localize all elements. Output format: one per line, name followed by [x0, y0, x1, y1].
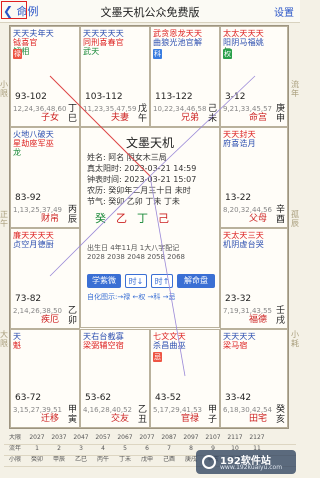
center-buttons: 学紫微 时↓ 时↑ 解命盘	[87, 274, 215, 288]
watermark-url: www.192kuaiyu.com	[220, 464, 283, 471]
palace-range: 93-102	[15, 92, 47, 102]
palace-ganzhi: 甲寅	[68, 405, 78, 425]
sihua-badges: 忌	[153, 352, 162, 362]
learn-ziwei-button[interactable]: 学紫微	[87, 274, 121, 288]
time-up-button[interactable]: 时↑	[151, 274, 173, 288]
palace-ganzhi: 戊午	[138, 104, 148, 124]
wifi-logo-icon	[202, 455, 216, 469]
side-label-right-3: 小耗	[291, 330, 299, 348]
palace-ganzhi: 甲子	[208, 405, 218, 425]
palace-range: 23-32	[225, 294, 252, 304]
chart-center-panel: 文墨天机 姓名: 阿名 阴女木三局 真太阳时: 2023-03-21 14:59…	[80, 127, 220, 328]
palace-ganzhi: 丙辰	[68, 205, 78, 225]
palace-name: 福德	[248, 315, 267, 325]
side-label-left-3: 大限	[0, 330, 8, 348]
palace-name: 命宫	[248, 113, 267, 123]
palace-ganzhi: 己未	[208, 104, 218, 124]
palace-ganzhi: 辛酉	[276, 205, 286, 225]
four-pillars: 癸乙丁己	[95, 212, 179, 225]
palace-stars: 七文文天 杀昌曲巫	[153, 332, 186, 350]
palace-ganzhi: 壬戌	[276, 306, 286, 326]
palace-range: 33-42	[225, 393, 252, 403]
palace-stars: 天右台截寡 梁弼辅空宿	[83, 332, 124, 350]
palace-stars: 武贪恩龙天天 曲狼光池官解	[153, 29, 203, 47]
palace-cell-hai[interactable]: 天天天天 梁马宿 33-42 6,18,30,42,54 田宅 癸亥	[220, 329, 288, 428]
top-bar: ❮ 命例 文墨天机公众免费版 设置	[0, 0, 300, 23]
palace-stars: 天天天天天 同刑喜春官 武天	[83, 29, 124, 56]
palace-name: 财帛	[40, 214, 59, 224]
palace-name: 迁移	[40, 414, 59, 424]
sihua-legend: 自化图示:→禄 ←权 →科 →忌	[87, 293, 176, 301]
palace-ganzhi: 癸亥	[276, 405, 286, 425]
bottom-table: 大限 2027 2037 2047 2057 2067 2077 2087 2097 2107 21…	[0, 432, 300, 478]
center-title: 文墨天机	[125, 136, 174, 150]
palace-range: 103-112	[85, 92, 123, 102]
palace-name: 疾厄	[40, 315, 59, 325]
side-label-left-1: 小限	[0, 80, 8, 98]
palace-cell-wu[interactable]: 天天天天天 同刑喜春官 武天 103-112 11,23,35,47,59 夫妻 戊…	[80, 26, 150, 127]
palace-range: 53-62	[85, 393, 112, 403]
time-down-button[interactable]: 时↓	[125, 274, 147, 288]
palace-stars: 火地八破天 星劫座军巫龙	[13, 130, 54, 157]
sihua-badges: 禄	[13, 49, 22, 59]
palace-stars: 天天天天 梁马宿	[223, 332, 256, 350]
palace-name: 子女	[40, 113, 59, 123]
palace-ganzhi: 乙丑	[138, 405, 148, 425]
palace-cell-shen[interactable]: 太太天天天阳阴马福姚旬 权 3-12 9,21,33,45,57 命宫 庚申	[220, 26, 288, 127]
palace-name: 田宅	[248, 414, 267, 424]
palace-stars: 天魁	[13, 332, 22, 350]
palace-cell-zi[interactable]: 七文文天 杀昌曲巫 忌 43-52 5,17,29,41,53 官禄 甲子	[150, 329, 220, 428]
sihua-badges: 权	[223, 49, 232, 59]
palace-ganzhi: 乙卯	[68, 306, 78, 326]
dayun-info: 出生日 4年11月 1大八字配记 2028 2038 2048 2058 206…	[87, 244, 185, 261]
side-label-left-2: 正午	[0, 210, 8, 228]
palace-range: 73-82	[15, 294, 42, 304]
palace-cell-you[interactable]: 天天封天 府喜诰月 13-22 8,20,32,44,56 父母 辛酉	[220, 127, 288, 228]
palace-name: 兄弟	[180, 113, 199, 123]
palace-name: 交友	[110, 414, 129, 424]
palace-range: 3-12	[225, 92, 246, 102]
birth-info: 姓名: 阿名 阴女木三局 真太阳时: 2023-03-21 14:59 钟表时间…	[87, 153, 197, 206]
palace-range: 13-22	[225, 193, 252, 203]
palace-stars: 天天封天 府喜诰月	[223, 130, 256, 148]
side-label-right-1: 流年	[291, 80, 299, 98]
palace-stars: 天太天三天 机阴虚台哭	[223, 231, 264, 249]
palace-range: 63-72	[15, 393, 42, 403]
palace-cell-si[interactable]: 天天夫年天钺喜官解相 禄 93-102 12,24,36,48,60 子女 丁巳	[10, 26, 80, 127]
site-watermark: 192软件站 www.192kuaiyu.com	[196, 450, 296, 474]
palace-range: 83-92	[15, 193, 42, 203]
palace-range: 113-122	[155, 92, 193, 102]
side-label-right-2: 孤辰	[291, 210, 299, 228]
palace-cell-yin[interactable]: 天魁 63-72 3,15,27,39,51 迁移 甲寅	[10, 329, 80, 428]
palace-name: 夫妻	[110, 113, 129, 123]
interpret-chart-button[interactable]: 解命盘	[177, 274, 215, 288]
palace-cell-xu[interactable]: 天太天三天 机阴虚台哭 23-32 7,19,31,43,55 福德 壬戌	[220, 228, 288, 329]
palace-name: 官禄	[180, 414, 199, 424]
palace-name: 父母	[248, 214, 267, 224]
page-title: 文墨天机公众免费版	[100, 6, 200, 19]
chart-board: 天天夫年天钺喜官解相 禄 93-102 12,24,36,48,60 子女 丁巳…	[9, 25, 289, 429]
sihua-badges: 科	[153, 49, 162, 59]
palace-cell-mao[interactable]: 廉天天天天 贞空月德厨 73-82 2,14,26,38,50 疾厄 乙卯	[10, 228, 80, 329]
palace-cell-chou[interactable]: 天右台截寡 梁弼辅空宿 53-62 4,16,28,40,52 交友 乙丑	[80, 329, 150, 428]
palace-stars: 廉天天天天 贞空月德厨	[13, 231, 54, 249]
palace-cell-chen[interactable]: 火地八破天 星劫座军巫龙 83-92 1,13,25,37,49 财帛 丙辰	[10, 127, 80, 228]
palace-cell-wei[interactable]: 武贪恩龙天天 曲狼光池官解 科 113-122 10,22,34,46,58 兄弟…	[150, 26, 220, 127]
palace-ganzhi: 丁巳	[68, 104, 78, 124]
palace-ganzhi: 庚申	[276, 104, 286, 124]
table-row: 大限 2027 2037 2047 2057 2067 2077 2087 2097 2107 21…	[4, 434, 296, 445]
settings-button[interactable]: 设置	[274, 4, 294, 19]
palace-range: 43-52	[155, 393, 182, 403]
